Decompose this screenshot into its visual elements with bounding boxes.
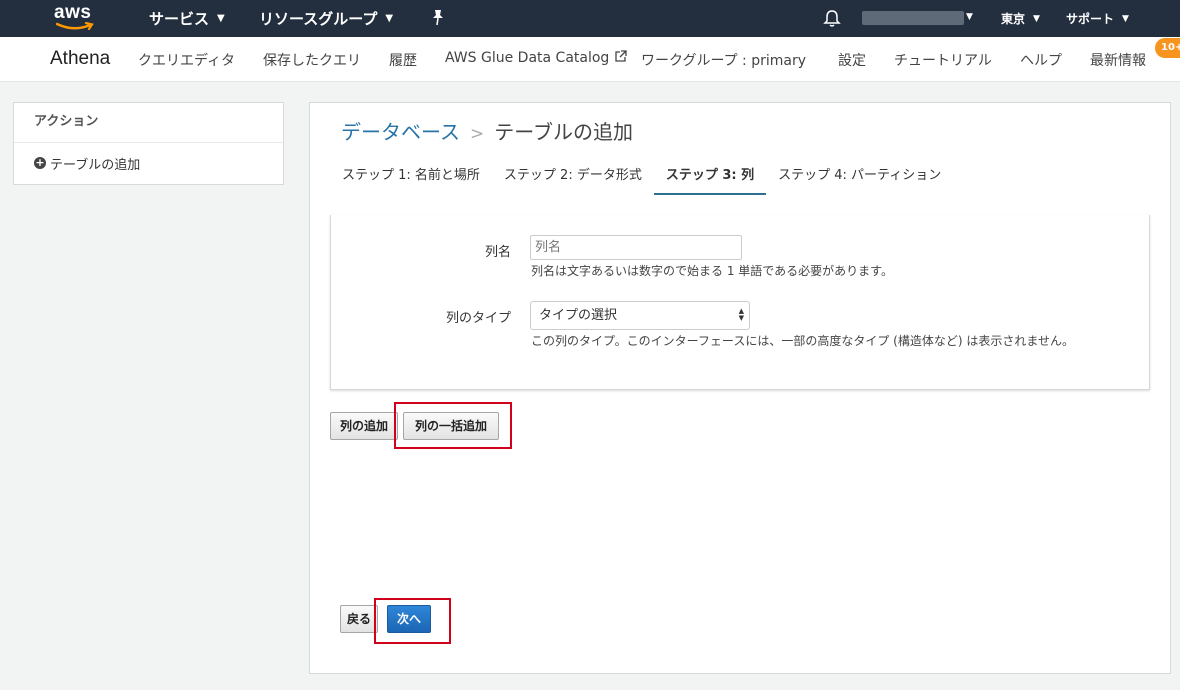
wizard-steps: ステップ 1: 名前と場所 ステップ 2: データ形式 ステップ 3: 列 ステ… (330, 161, 953, 195)
tab-step-3[interactable]: ステップ 3: 列 (653, 161, 767, 195)
column-name-input[interactable] (530, 235, 742, 260)
nav-saved-queries[interactable]: 保存したクエリ (263, 50, 361, 70)
tab-step-1[interactable]: ステップ 1: 名前と場所 (330, 161, 492, 195)
chevron-down-icon: ▼ (1033, 13, 1040, 24)
tab-step-4[interactable]: ステップ 4: パーティション (766, 161, 953, 195)
nav-query-editor[interactable]: クエリエディタ (138, 50, 235, 70)
column-type-select[interactable]: タイプの選択 ▲ ▼ (530, 301, 750, 330)
aws-logo[interactable]: aws (54, 2, 98, 32)
bulk-add-columns-button[interactable]: 列の一括追加 (403, 412, 499, 440)
support-menu[interactable]: サポート ▼ (1066, 0, 1129, 37)
chevron-down-icon: ▼ (966, 12, 973, 22)
column-form: 列名 列名は文字あるいは数字ので始まる 1 単語である必要があります。 列のタイ… (330, 215, 1150, 390)
add-column-button[interactable]: 列の追加 (330, 412, 398, 440)
pin-icon[interactable] (430, 9, 446, 31)
athena-brand[interactable]: Athena (50, 48, 110, 70)
region-menu[interactable]: 東京 ▼ (1001, 0, 1040, 37)
services-menu[interactable]: サービス ▼ (149, 0, 225, 37)
glue-data-catalog-label: AWS Glue Data Catalog (445, 50, 610, 66)
column-name-help: 列名は文字あるいは数字ので始まる 1 単語である必要があります。 (531, 264, 893, 278)
chevron-down-icon: ▼ (217, 13, 225, 24)
region-label: 東京 (1001, 12, 1026, 26)
select-arrows-icon: ▲ ▼ (738, 307, 744, 322)
resource-groups-menu[interactable]: リソースグループ ▼ (259, 0, 393, 37)
external-link-icon (615, 50, 627, 62)
next-button[interactable]: 次へ (387, 605, 431, 633)
nav-glue-data-catalog[interactable]: AWS Glue Data Catalog (445, 50, 627, 66)
nav-history[interactable]: 履歴 (389, 50, 417, 70)
add-table-label: テーブルの追加 (50, 157, 141, 173)
column-type-help: この列のタイプ。このインターフェースには、一部の高度なタイプ (構造体など) は… (531, 334, 1074, 348)
actions-panel: アクション + テーブルの追加 (13, 102, 284, 185)
nav-whats-new[interactable]: 最新情報 (1090, 50, 1146, 70)
page-title: テーブルの追加 (494, 120, 634, 144)
support-label: サポート (1066, 12, 1115, 26)
chevron-down-icon: ▼ (1122, 13, 1129, 24)
account-menu[interactable] (862, 11, 964, 25)
whats-new-badge: 10+ (1155, 38, 1180, 58)
aws-smile-icon (56, 22, 94, 31)
nav-help[interactable]: ヘルプ (1020, 50, 1062, 70)
breadcrumb-database-link[interactable]: データベース (341, 120, 460, 144)
back-button[interactable]: 戻る (340, 605, 378, 633)
tab-step-2[interactable]: ステップ 2: データ形式 (492, 161, 654, 195)
nav-workgroup[interactable]: ワークグループ : primary (641, 50, 806, 70)
nav-settings[interactable]: 設定 (838, 50, 866, 70)
resource-groups-label: リソースグループ (259, 10, 378, 28)
add-table-action[interactable]: + テーブルの追加 (14, 143, 283, 183)
column-type-label: 列のタイプ (445, 311, 511, 326)
column-name-label: 列名 (484, 245, 511, 260)
plus-circle-icon: + (34, 156, 46, 169)
breadcrumb: データベース > テーブルの追加 (341, 116, 633, 145)
aws-logo-text: aws (54, 2, 92, 23)
chevron-down-icon: ▼ (385, 13, 394, 24)
bell-icon[interactable] (823, 9, 841, 32)
nav-tutorial[interactable]: チュートリアル (894, 50, 992, 70)
add-table-panel: データベース > テーブルの追加 ステップ 1: 名前と場所 ステップ 2: データ… (309, 102, 1171, 674)
top-navigation-bar: aws サービス ▼ リソースグループ ▼ ▼ 東京 ▼ サポート ▼ (0, 0, 1180, 37)
breadcrumb-separator: > (470, 124, 485, 144)
services-label: サービス (149, 10, 210, 28)
actions-header: アクション (14, 103, 283, 143)
column-type-selected: タイプの選択 (539, 308, 618, 323)
athena-navigation-bar: Athena クエリエディタ 保存したクエリ 履歴 AWS Glue Data … (0, 37, 1180, 82)
